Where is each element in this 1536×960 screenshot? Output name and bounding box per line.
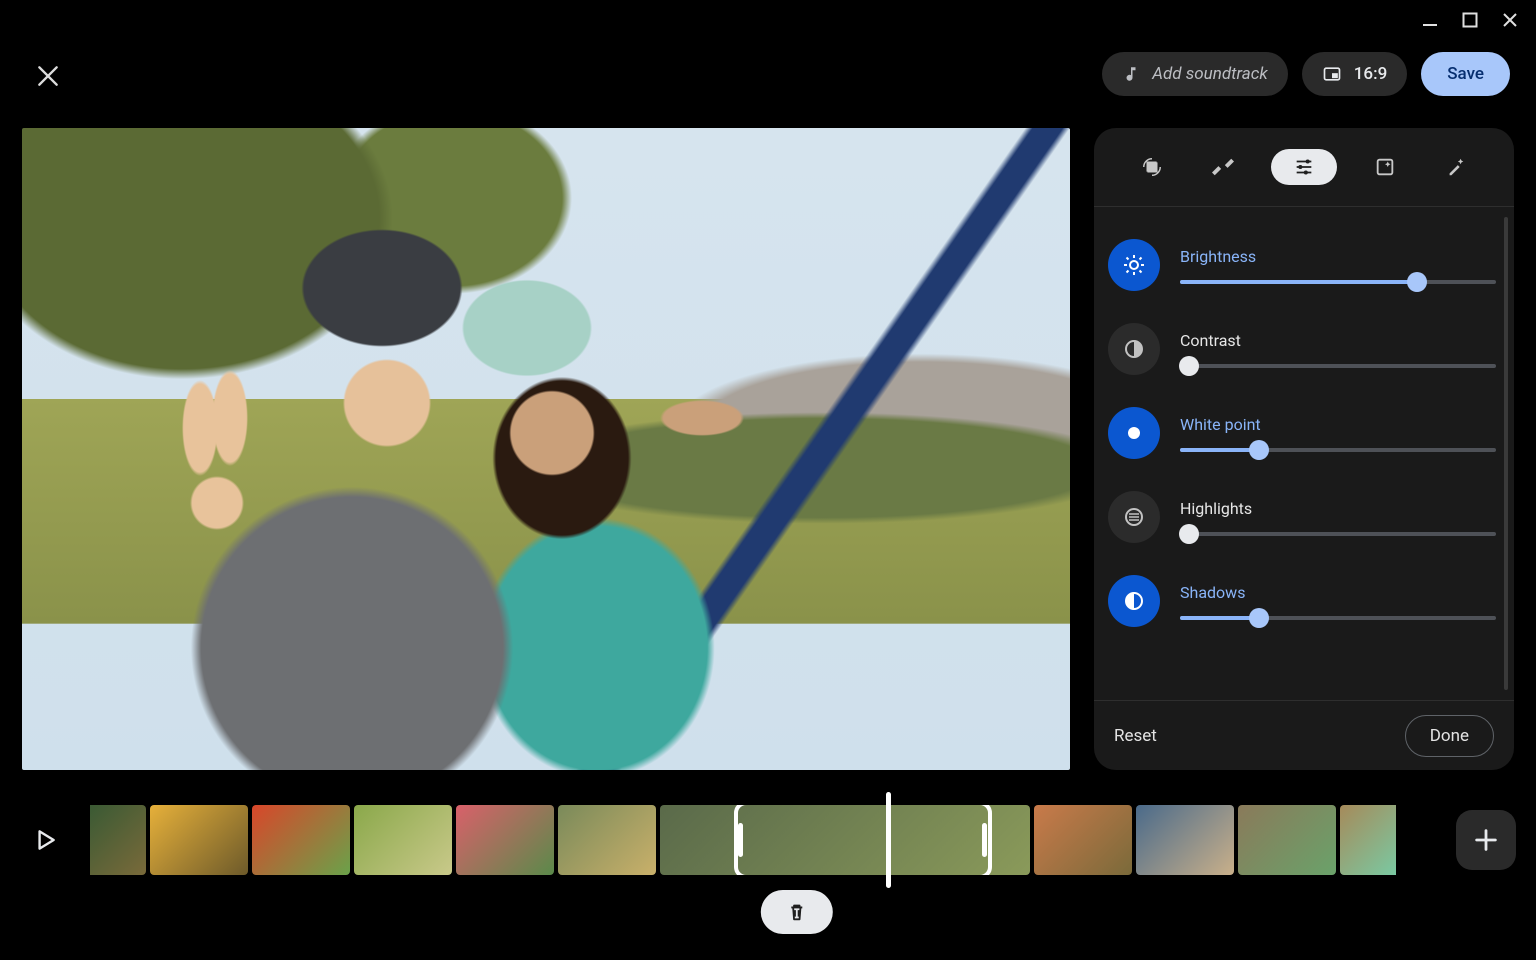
- aspect-ratio-label: 16:9: [1354, 64, 1387, 84]
- clip-thumbnail[interactable]: [558, 805, 656, 875]
- clip-thumbnail[interactable]: [354, 805, 452, 875]
- clip-thumbnail[interactable]: [150, 805, 248, 875]
- tab-tools[interactable]: [1199, 149, 1247, 185]
- clip-thumbnail[interactable]: [1238, 805, 1336, 875]
- delete-clip-button[interactable]: [761, 890, 833, 934]
- trim-handle-left[interactable]: [738, 823, 743, 857]
- brightness-label: Brightness: [1180, 247, 1496, 266]
- trim-handles[interactable]: [734, 805, 992, 875]
- clip-thumbnail[interactable]: [90, 805, 146, 875]
- clip-thumbnail[interactable]: [456, 805, 554, 875]
- highlights-slider[interactable]: [1180, 532, 1496, 536]
- brightness-slider[interactable]: [1180, 280, 1496, 284]
- timeline: [0, 800, 1536, 880]
- adjustment-sliders: Brightness Contrast: [1094, 207, 1514, 700]
- tab-markup[interactable]: [1432, 149, 1480, 185]
- highlights-label: Highlights: [1180, 499, 1496, 518]
- white-point-slider[interactable]: [1180, 448, 1496, 452]
- tools-icon: [1212, 156, 1234, 178]
- save-label: Save: [1447, 64, 1484, 84]
- adjustments-panel: Brightness Contrast: [1094, 128, 1514, 770]
- adjust-contrast: Contrast: [1108, 323, 1496, 375]
- highlights-icon[interactable]: [1108, 491, 1160, 543]
- magic-wand-icon: [1445, 156, 1467, 178]
- done-button[interactable]: Done: [1405, 715, 1494, 757]
- add-clip-button[interactable]: [1456, 810, 1516, 870]
- contrast-slider[interactable]: [1180, 364, 1496, 368]
- maximize-icon[interactable]: [1462, 12, 1478, 28]
- save-button[interactable]: Save: [1421, 52, 1510, 96]
- clip-track[interactable]: [90, 805, 1436, 875]
- contrast-label: Contrast: [1180, 331, 1496, 350]
- aspect-ratio-button[interactable]: 16:9: [1302, 52, 1407, 96]
- adjust-brightness: Brightness: [1108, 239, 1496, 291]
- main-content: Brightness Contrast: [22, 128, 1514, 770]
- tab-crop[interactable]: [1128, 149, 1176, 185]
- add-soundtrack-label: Add soundtrack: [1152, 64, 1268, 84]
- close-editor-button[interactable]: [34, 62, 62, 90]
- preview-frame-image: [22, 128, 1070, 770]
- window-controls: [1422, 12, 1518, 28]
- tool-tabs: [1094, 128, 1514, 206]
- adjust-shadows: Shadows: [1108, 575, 1496, 627]
- shadows-label: Shadows: [1180, 583, 1496, 602]
- playhead[interactable]: [886, 792, 891, 888]
- filters-icon: [1374, 156, 1396, 178]
- crop-rotate-icon: [1141, 156, 1163, 178]
- reset-button[interactable]: Reset: [1114, 726, 1157, 746]
- shadows-slider[interactable]: [1180, 616, 1496, 620]
- adjust-white-point: White point: [1108, 407, 1496, 459]
- contrast-icon[interactable]: [1108, 323, 1160, 375]
- aspect-ratio-icon: [1322, 64, 1342, 84]
- video-preview[interactable]: [22, 128, 1070, 770]
- adjust-highlights: Highlights: [1108, 491, 1496, 543]
- close-window-icon[interactable]: [1502, 12, 1518, 28]
- music-note-icon: [1122, 65, 1140, 83]
- white-point-icon[interactable]: [1108, 407, 1160, 459]
- clip-thumbnail[interactable]: [1034, 805, 1132, 875]
- clip-thumbnail[interactable]: [252, 805, 350, 875]
- minimize-icon[interactable]: [1422, 12, 1438, 28]
- plus-icon: [1472, 826, 1500, 854]
- play-icon: [32, 827, 58, 853]
- trim-handle-right[interactable]: [982, 823, 987, 857]
- tab-filters[interactable]: [1361, 149, 1409, 185]
- sliders-icon: [1293, 156, 1315, 178]
- clip-thumbnail[interactable]: [1340, 805, 1396, 875]
- panel-footer: Reset Done: [1094, 700, 1514, 770]
- play-button[interactable]: [0, 805, 90, 875]
- trash-icon: [786, 901, 808, 923]
- clip-thumbnail-selected[interactable]: [660, 805, 1030, 875]
- shadows-icon[interactable]: [1108, 575, 1160, 627]
- brightness-icon[interactable]: [1108, 239, 1160, 291]
- tab-adjust[interactable]: [1271, 149, 1337, 185]
- top-action-bar: Add soundtrack 16:9 Save: [1102, 52, 1510, 96]
- white-point-label: White point: [1180, 415, 1496, 434]
- add-soundtrack-button[interactable]: Add soundtrack: [1102, 52, 1288, 96]
- clip-thumbnail[interactable]: [1136, 805, 1234, 875]
